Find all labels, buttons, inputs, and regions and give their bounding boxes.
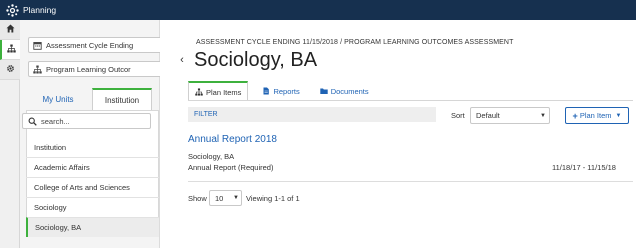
tab-divider <box>188 100 633 101</box>
tab-documents[interactable]: Documents <box>314 81 375 101</box>
top-bar: Planning <box>0 0 636 20</box>
tab-plan-items-label: Plan Items <box>206 87 242 97</box>
folder-icon <box>320 87 328 95</box>
gear-icon <box>6 64 15 75</box>
tab-reports[interactable]: Reports <box>256 81 305 101</box>
assessment-cycle-dropdown[interactable]: Assessment Cycle Ending ▼ <box>28 37 171 53</box>
page-size-dropdown[interactable]: 10 ▼ <box>209 190 242 206</box>
sort-dropdown[interactable]: Default ▼ <box>470 107 550 124</box>
search-input[interactable] <box>41 116 141 126</box>
main-content: ‹ ASSESSMENT CYCLE ENDING 11/15/2018 / P… <box>160 20 636 248</box>
search-icon <box>28 117 37 126</box>
sort-value: Default <box>476 111 500 120</box>
chevron-down-icon: ▼ <box>540 112 546 119</box>
plan-item-label: Plan Item <box>579 111 612 120</box>
tab-documents-label: Documents <box>330 86 369 96</box>
sort-label: Sort <box>451 111 465 120</box>
unit-search[interactable] <box>22 113 151 129</box>
pagination-status: Viewing 1-1 of 1 <box>246 194 300 203</box>
sidebar-tabs: My Units Institution <box>26 88 156 110</box>
main-tabs: Plan Items Reports Documents <box>188 81 383 101</box>
icon-rail <box>0 20 20 248</box>
row-divider <box>188 181 633 182</box>
program-outcome-label: Program Learning Outcor <box>46 64 131 74</box>
breadcrumb: ASSESSMENT CYCLE ENDING 11/15/2018 / PRO… <box>196 39 514 46</box>
program-outcome-dropdown[interactable]: Program Learning Outcor ▼ <box>28 61 171 77</box>
report-type: Annual Report (Required) <box>188 163 274 172</box>
report-unit: Sociology, BA <box>188 152 235 161</box>
chevron-down-icon: ▼ <box>615 112 622 119</box>
report-dates: 11/18/17 - 11/15/18 <box>552 163 616 172</box>
tab-institution[interactable]: Institution <box>92 88 152 110</box>
show-label: Show <box>188 194 207 203</box>
document-icon <box>262 87 270 95</box>
home-button[interactable] <box>0 20 20 40</box>
tab-reports-label: Reports <box>273 86 300 96</box>
assessment-cycle-label: Assessment Cycle Ending <box>46 40 134 50</box>
chevron-left-icon: ‹ <box>180 54 184 66</box>
collapse-sidebar-button[interactable]: ‹ <box>178 53 186 67</box>
home-icon <box>6 24 15 35</box>
filter-bar[interactable]: FILTER <box>188 107 436 122</box>
unit-item-sociology-ba[interactable]: Sociology, BA <box>26 217 159 237</box>
hierarchy-icon <box>6 44 16 55</box>
page-title: Sociology, BA <box>194 49 318 71</box>
add-plan-item-button[interactable]: + Plan Item ▼ <box>565 107 629 124</box>
unit-item-sociology[interactable]: Sociology <box>26 197 159 217</box>
calendar-icon <box>33 41 42 50</box>
hierarchy-icon <box>195 88 203 96</box>
unit-item-college-arts-sciences[interactable]: College of Arts and Sciences <box>26 177 159 197</box>
unit-item-academic-affairs[interactable]: Academic Affairs <box>26 157 159 177</box>
settings-button[interactable] <box>0 60 20 80</box>
plus-icon: + <box>572 110 578 121</box>
app-title: Planning <box>23 5 57 15</box>
hierarchy-button[interactable] <box>0 40 20 60</box>
page-size-value: 10 <box>215 193 224 203</box>
chevron-down-icon: ▼ <box>233 195 239 201</box>
unit-item-institution[interactable]: Institution <box>26 137 159 157</box>
report-title-link[interactable]: Annual Report 2018 <box>188 134 277 145</box>
tab-plan-items[interactable]: Plan Items <box>188 81 249 101</box>
tab-my-units[interactable]: My Units <box>26 88 90 110</box>
planning-logo-icon <box>5 3 19 17</box>
hierarchy-icon <box>33 65 42 74</box>
unit-list: Institution Academic Affairs College of … <box>26 137 159 237</box>
